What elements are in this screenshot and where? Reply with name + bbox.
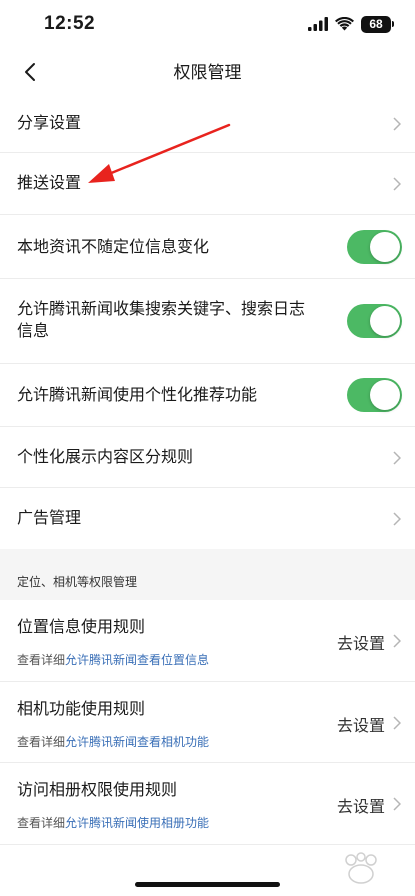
share-settings-label: 分享设置 bbox=[17, 113, 82, 132]
album-permission-link[interactable]: 允许腾讯新闻使用相册功能 bbox=[65, 816, 209, 830]
battery-icon: 68 bbox=[361, 15, 394, 33]
local-news-row: 本地资讯不随定位信息变化 bbox=[0, 215, 415, 279]
chevron-right-icon bbox=[393, 451, 401, 465]
local-news-label: 本地资讯不随定位信息变化 bbox=[17, 237, 210, 256]
album-permission-action[interactable]: 去设置 bbox=[337, 793, 385, 817]
permission-list: 位置信息使用规则 查看详细允许腾讯新闻查看位置信息 去设置 相机功能使用规则 查… bbox=[0, 600, 415, 845]
display-rules-label: 个性化展示内容区分规则 bbox=[17, 447, 194, 466]
share-settings-row[interactable]: 分享设置 bbox=[0, 94, 415, 153]
chevron-right-icon bbox=[393, 797, 401, 811]
camera-permission-link[interactable]: 允许腾讯新闻查看相机功能 bbox=[65, 735, 209, 749]
display-rules-row[interactable]: 个性化展示内容区分规则 bbox=[0, 427, 415, 488]
section-header: 定位、相机等权限管理 bbox=[0, 549, 415, 600]
cellular-signal-icon bbox=[308, 17, 328, 31]
camera-permission-subtitle: 查看详细允许腾讯新闻查看相机功能 bbox=[17, 733, 209, 750]
status-icons: 68 bbox=[308, 14, 394, 34]
page-title: 权限管理 bbox=[173, 63, 242, 83]
location-permission-subtitle: 查看详细允许腾讯新闻查看位置信息 bbox=[17, 651, 209, 668]
subtitle-prefix: 查看详细 bbox=[17, 816, 66, 830]
settings-list: 分享设置 推送设置 本地资讯不随定位信息变化 允许腾讯新闻收集搜索关键字、搜索日… bbox=[0, 94, 415, 549]
home-indicator bbox=[135, 882, 280, 887]
toggle-knob bbox=[370, 306, 400, 336]
album-permission-row[interactable]: 访问相册权限使用规则 查看详细允许腾讯新闻使用相册功能 去设置 bbox=[0, 763, 415, 845]
battery-level: 68 bbox=[369, 16, 383, 31]
album-permission-title: 访问相册权限使用规则 bbox=[17, 780, 178, 799]
location-permission-action[interactable]: 去设置 bbox=[337, 630, 385, 654]
chevron-right-icon bbox=[393, 634, 401, 648]
location-permission-row[interactable]: 位置信息使用规则 查看详细允许腾讯新闻查看位置信息 去设置 bbox=[0, 600, 415, 682]
camera-permission-action[interactable]: 去设置 bbox=[337, 712, 385, 736]
toggle-knob bbox=[370, 232, 400, 262]
personalized-toggle[interactable] bbox=[347, 378, 402, 412]
location-permission-title: 位置信息使用规则 bbox=[17, 617, 146, 636]
chevron-right-icon bbox=[393, 716, 401, 730]
watermark-logo bbox=[345, 852, 377, 884]
section-title: 定位、相机等权限管理 bbox=[17, 575, 138, 589]
subtitle-prefix: 查看详细 bbox=[17, 653, 66, 667]
chevron-right-icon bbox=[393, 512, 401, 526]
personalized-label: 允许腾讯新闻使用个性化推荐功能 bbox=[17, 385, 258, 404]
location-permission-link[interactable]: 允许腾讯新闻查看位置信息 bbox=[65, 653, 209, 667]
push-settings-row[interactable]: 推送设置 bbox=[0, 153, 415, 215]
ads-row[interactable]: 广告管理 bbox=[0, 488, 415, 549]
chevron-right-icon bbox=[393, 117, 401, 131]
subtitle-prefix: 查看详细 bbox=[17, 735, 66, 749]
chevron-right-icon bbox=[393, 177, 401, 191]
ads-label: 广告管理 bbox=[17, 508, 82, 527]
search-collect-toggle[interactable] bbox=[347, 304, 402, 338]
search-collect-label: 允许腾讯新闻收集搜索关键字、搜索日志信息 bbox=[17, 299, 306, 340]
push-settings-label: 推送设置 bbox=[17, 173, 82, 192]
search-collect-row: 允许腾讯新闻收集搜索关键字、搜索日志信息 bbox=[0, 279, 415, 364]
camera-permission-title: 相机功能使用规则 bbox=[17, 699, 146, 718]
status-bar: 12:52 68 bbox=[0, 0, 415, 50]
status-time: 12:52 bbox=[44, 13, 96, 34]
album-permission-subtitle: 查看详细允许腾讯新闻使用相册功能 bbox=[17, 814, 209, 831]
personalized-row: 允许腾讯新闻使用个性化推荐功能 bbox=[0, 364, 415, 427]
toggle-knob bbox=[370, 380, 400, 410]
nav-bar: 权限管理 bbox=[0, 50, 415, 94]
wifi-icon bbox=[335, 17, 354, 31]
camera-permission-row[interactable]: 相机功能使用规则 查看详细允许腾讯新闻查看相机功能 去设置 bbox=[0, 682, 415, 763]
local-news-toggle[interactable] bbox=[347, 230, 402, 264]
